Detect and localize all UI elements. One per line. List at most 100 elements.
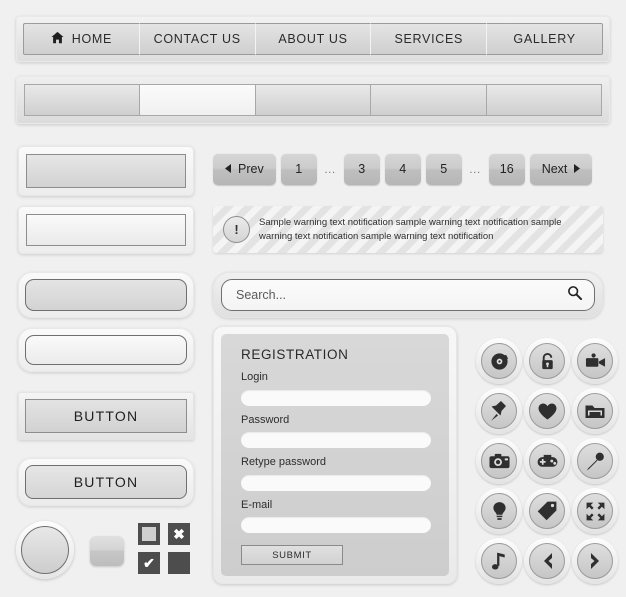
nav-item-about-us[interactable]: ABOUT US: [254, 23, 371, 55]
icon-button-music-note[interactable]: [476, 538, 522, 584]
menu-cell-1[interactable]: [24, 84, 140, 116]
nav-item-label: ABOUT US: [278, 32, 348, 46]
rounded-field-dark[interactable]: [18, 272, 194, 318]
nav-item-services[interactable]: SERVICES: [370, 23, 487, 55]
icon-button-lightbulb[interactable]: [476, 488, 522, 534]
email-label: E-mail: [241, 498, 273, 511]
top-navigation-bar: HOME CONTACT US ABOUT US SERVICES GALLER…: [16, 16, 610, 62]
panel-field-light[interactable]: [18, 206, 194, 254]
arrow-right-icon: [577, 543, 613, 579]
login-input[interactable]: [241, 389, 431, 406]
expand-icon: [577, 493, 613, 529]
nav-item-gallery[interactable]: GALLERY: [486, 23, 603, 55]
checkbox-cross[interactable]: ✖: [168, 523, 190, 545]
arrow-left-icon: [529, 543, 565, 579]
nav-item-label: GALLERY: [513, 32, 576, 46]
cross-icon: ✖: [173, 526, 185, 542]
icon-button-video-camera[interactable]: [572, 338, 618, 384]
password-label: Password: [241, 413, 290, 426]
panel-field-dark[interactable]: [18, 146, 194, 196]
icon-button-arrow-right[interactable]: [572, 538, 618, 584]
lightbulb-icon: [481, 493, 517, 529]
pin-icon: [481, 393, 517, 429]
pagination-ellipsis-left: …: [323, 162, 337, 176]
chevron-right-icon: [573, 162, 581, 176]
icon-button-folder[interactable]: [572, 388, 618, 434]
checkbox-filled[interactable]: [138, 523, 160, 545]
video-camera-icon: [577, 343, 613, 379]
icon-button-disc[interactable]: [476, 338, 522, 384]
menu-cell-4[interactable]: [370, 84, 486, 116]
icon-button-heart[interactable]: [524, 388, 570, 434]
search-icon[interactable]: [567, 285, 583, 305]
tag-icon: [529, 493, 565, 529]
registration-inner: REGISTRATION Login Password Retype passw…: [221, 334, 449, 576]
icon-button-camera[interactable]: [476, 438, 522, 484]
search-bar-inner: [221, 279, 595, 311]
checkbox-group: ✖ ✔: [138, 523, 190, 579]
pagination-prev-label: Prev: [238, 162, 264, 176]
nav-item-label: CONTACT US: [153, 32, 241, 46]
chevron-left-icon: [225, 162, 232, 176]
exclamation-circle-icon: !: [223, 216, 250, 243]
menu-cell-3[interactable]: [254, 84, 371, 116]
password-input[interactable]: [241, 432, 431, 448]
check-icon: ✔: [143, 555, 155, 571]
pagination-ellipsis-right: …: [468, 162, 482, 176]
icon-button-gamepad[interactable]: [524, 438, 570, 484]
square-button[interactable]: BUTTON: [18, 392, 194, 440]
pagination-page-16[interactable]: 16: [488, 153, 525, 185]
nav-item-label: HOME: [71, 32, 113, 46]
round-knob-inner: [21, 526, 69, 574]
toggle-switch[interactable]: [90, 536, 124, 566]
square-button-label: BUTTON: [25, 399, 187, 433]
home-icon: [51, 31, 64, 47]
nav-item-contact-us[interactable]: CONTACT US: [138, 23, 255, 55]
icon-button-pin[interactable]: [476, 388, 522, 434]
retype-password-label: Retype password: [241, 456, 326, 468]
search-bar: [213, 272, 603, 318]
login-label: Login: [241, 371, 268, 383]
pagination-page-3[interactable]: 3: [343, 153, 380, 185]
pagination-page-1[interactable]: 1: [280, 153, 317, 185]
menu-cell-5[interactable]: [485, 84, 603, 116]
round-knob-control[interactable]: [16, 521, 74, 579]
checkbox-solid[interactable]: [168, 552, 190, 574]
registration-panel: REGISTRATION Login Password Retype passw…: [213, 326, 457, 584]
icon-button-arrow-left[interactable]: [524, 538, 570, 584]
heart-icon: [529, 393, 565, 429]
submit-button[interactable]: SUBMIT: [241, 545, 343, 565]
rounded-button[interactable]: BUTTON: [18, 458, 194, 506]
lock-icon: [529, 343, 565, 379]
icon-button-expand[interactable]: [572, 488, 618, 534]
pagination-page-5[interactable]: 5: [425, 153, 462, 185]
icon-button-grid: [476, 338, 618, 584]
pagination: Prev 1 … 3 4 5 … 16 Next: [213, 153, 593, 185]
nav-item-label: SERVICES: [394, 32, 464, 46]
camera-icon: [481, 443, 517, 479]
disc-icon: [481, 343, 517, 379]
icon-button-tag[interactable]: [524, 488, 570, 534]
ui-kit-page: HOME CONTACT US ABOUT US SERVICES GALLER…: [0, 0, 626, 597]
pagination-page-4[interactable]: 4: [384, 153, 421, 185]
registration-title: REGISTRATION: [241, 347, 349, 362]
rounded-field-light[interactable]: [18, 328, 194, 372]
retype-password-input[interactable]: [241, 474, 431, 491]
nav-item-home[interactable]: HOME: [23, 23, 139, 55]
warning-notification: ! Sample warning text notification sampl…: [213, 206, 603, 253]
checkbox-check[interactable]: ✔: [138, 552, 160, 574]
pagination-next-button[interactable]: Next: [529, 153, 593, 185]
icon-button-microphone[interactable]: [572, 438, 618, 484]
panel-field-light-inner: [26, 214, 186, 246]
pagination-next-label: Next: [541, 162, 568, 176]
rounded-field-dark-inner: [25, 279, 187, 311]
folder-icon: [577, 393, 613, 429]
warning-text: Sample warning text notification sample …: [259, 216, 562, 242]
email-input[interactable]: [241, 517, 431, 533]
music-note-icon: [481, 543, 517, 579]
pagination-prev-button[interactable]: Prev: [213, 153, 276, 185]
panel-field-dark-inner: [26, 154, 186, 188]
menu-cell-2[interactable]: [139, 84, 255, 116]
search-input[interactable]: [234, 287, 567, 303]
icon-button-lock[interactable]: [524, 338, 570, 384]
